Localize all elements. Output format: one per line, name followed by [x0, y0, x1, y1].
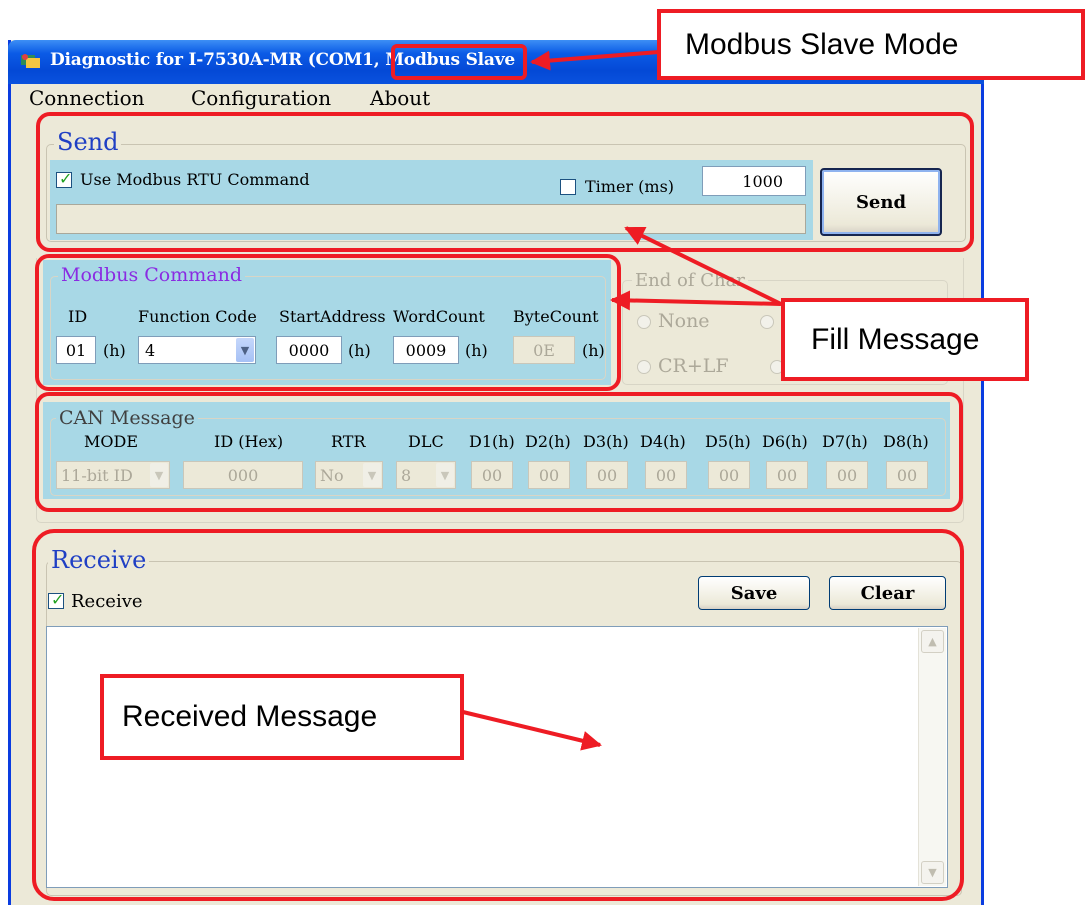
- annotation-arrows: [462, 50, 782, 751]
- callout-fill-message: Fill Message: [781, 298, 1029, 381]
- callout-received-message: Received Message: [100, 674, 464, 760]
- arrow-to-receive: [462, 710, 602, 751]
- arrow-to-modbus: [610, 290, 782, 311]
- arrow-to-title: [530, 50, 660, 71]
- callout-slave-mode: Modbus Slave Mode: [657, 9, 1085, 80]
- arrow-to-send: [624, 226, 782, 306]
